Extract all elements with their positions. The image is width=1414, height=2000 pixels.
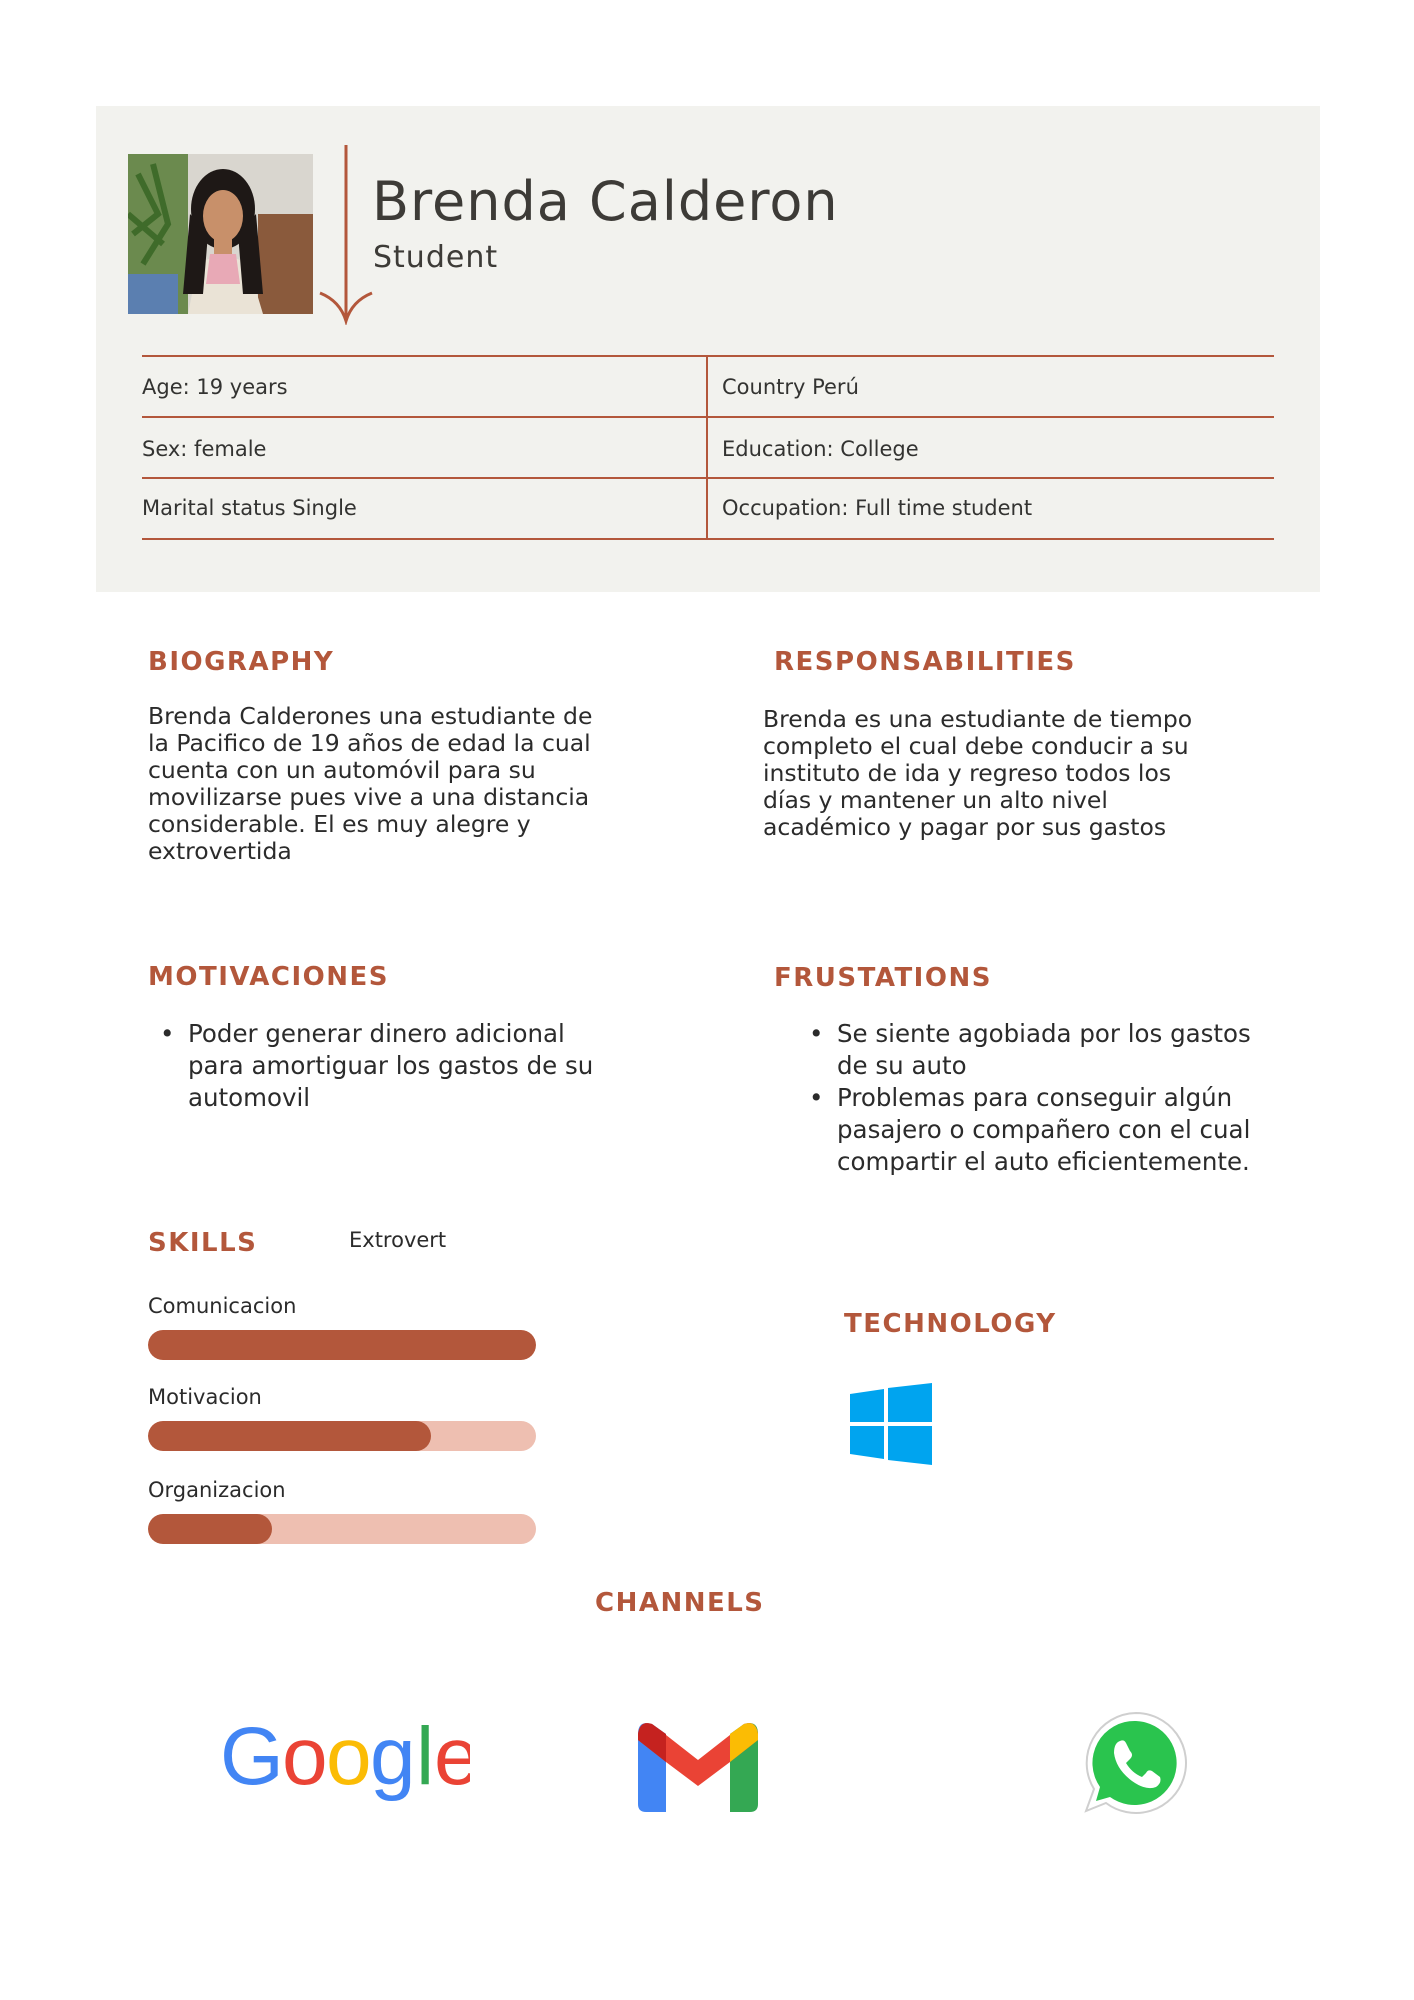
skill-label-comunicacion: Comunicacion (148, 1294, 297, 1318)
svg-text:o: o (326, 1711, 372, 1802)
skill-bar-organizacion (148, 1514, 536, 1544)
channels-heading: CHANNELS (595, 1588, 765, 1618)
persona-name: Brenda Calderon (372, 170, 839, 233)
svg-text:e: e (434, 1711, 470, 1802)
skill-bar-motivacion (148, 1421, 536, 1451)
frustrations-list: Se siente agobiada por los gastos de su … (797, 1018, 1277, 1178)
skill-bar-fill (148, 1330, 536, 1360)
svg-text:o: o (282, 1711, 328, 1802)
table-divider (142, 538, 1274, 540)
motivaciones-heading: MOTIVACIONES (148, 962, 389, 992)
svg-text:G: G (220, 1711, 284, 1802)
arrow-down-icon (319, 145, 373, 325)
skills-heading: SKILLS (148, 1228, 258, 1258)
occupation-field: Occupation: Full time student (722, 496, 1033, 520)
table-divider (142, 477, 1274, 479)
whatsapp-icon (1084, 1711, 1187, 1814)
marital-status-field: Marital status Single (142, 496, 357, 520)
motivaciones-list: Poder generar dinero adicional para amor… (148, 1018, 608, 1114)
responsabilities-heading: RESPONSABILITIES (774, 647, 1076, 677)
google-logo: G o o g l e (220, 1708, 480, 1808)
biography-text: Brenda Calderones una estudiante de la P… (148, 702, 593, 865)
svg-text:l: l (416, 1711, 434, 1802)
table-divider (142, 416, 1274, 418)
list-item: Poder generar dinero adicional para amor… (148, 1018, 608, 1114)
table-column-divider (706, 356, 708, 539)
education-field: Education: College (722, 437, 919, 461)
skill-label-motivacion: Motivacion (148, 1385, 262, 1409)
list-item: Se siente agobiada por los gastos de su … (797, 1018, 1277, 1082)
gmail-icon (638, 1723, 758, 1812)
personality-trait: Extrovert (349, 1228, 447, 1252)
technology-heading: TECHNOLOGY (844, 1309, 1057, 1339)
avatar (128, 154, 313, 314)
responsabilities-text: Brenda es una estudiante de tiempo compl… (763, 705, 1193, 841)
svg-text:g: g (370, 1711, 416, 1802)
biography-heading: BIOGRAPHY (148, 647, 335, 677)
skill-bar-comunicacion (148, 1330, 536, 1360)
age-field: Age: 19 years (142, 375, 288, 399)
persona-role: Student (373, 240, 499, 275)
windows-icon (850, 1383, 932, 1465)
skill-label-organizacion: Organizacion (148, 1478, 286, 1502)
sex-field: Sex: female (142, 437, 267, 461)
list-item: Problemas para conseguir algún pasajero … (797, 1082, 1277, 1178)
country-field: Country Perú (722, 375, 859, 399)
skill-bar-fill (148, 1421, 432, 1451)
frustrations-heading: FRUSTATIONS (774, 963, 992, 993)
table-divider (142, 355, 1274, 357)
skill-bar-fill (148, 1514, 273, 1544)
